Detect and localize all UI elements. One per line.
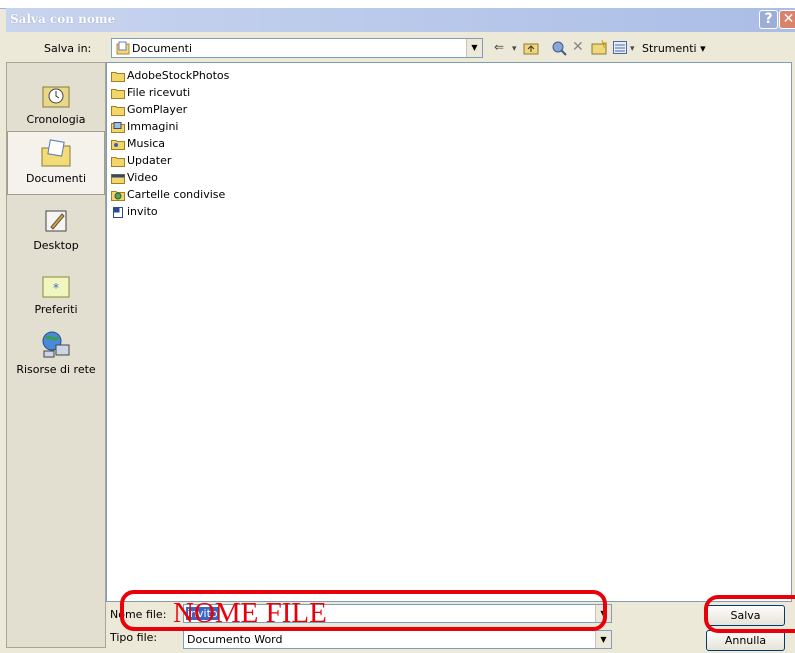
chevron-down-icon[interactable]: ▼ [595, 631, 611, 648]
svg-text:*: * [53, 281, 59, 295]
save-in-combo[interactable]: Documenti ▼ [111, 38, 483, 58]
save-button-annotation-outline [704, 595, 795, 633]
save-in-label: Salva in: [44, 42, 92, 55]
filetype-value: Documento Word [187, 633, 283, 646]
video-folder-icon [111, 173, 125, 184]
filetype-select[interactable]: Documento Word ▼ [183, 630, 612, 649]
title-bar: Salva con nome ? ✕ [6, 8, 795, 32]
folder-icon [111, 71, 125, 82]
search-web-icon[interactable] [551, 40, 567, 56]
list-item[interactable]: Cartelle condivise [111, 186, 225, 203]
documents-folder-icon [41, 139, 71, 167]
folder-icon [111, 105, 125, 116]
place-label: Risorse di rete [16, 363, 96, 376]
place-documenti[interactable]: Documenti [7, 131, 105, 195]
folder-icon [111, 156, 125, 167]
file-list[interactable]: AdobeStockPhotos File ricevuti GomPlayer… [106, 62, 792, 602]
file-name: GomPlayer [127, 103, 188, 116]
chevron-down-icon[interactable]: ▾ [630, 44, 635, 54]
file-name: AdobeStockPhotos [127, 69, 230, 82]
list-item[interactable]: Video [111, 169, 158, 186]
file-name: Musica [127, 137, 166, 150]
window-title: Salva con nome [10, 12, 116, 26]
place-label: Preferiti [34, 303, 78, 316]
history-icon [42, 86, 70, 108]
word-document-icon [113, 206, 123, 218]
views-icon[interactable] [613, 41, 627, 54]
place-desktop[interactable]: Desktop [7, 205, 105, 252]
file-name: Immagini [127, 120, 179, 133]
list-item[interactable]: Updater [111, 152, 171, 169]
list-item[interactable]: Musica [111, 135, 165, 152]
list-item[interactable]: File ricevuti [111, 84, 190, 101]
up-folder-icon[interactable] [523, 41, 539, 55]
place-risorse-di-rete[interactable]: Risorse di rete [7, 329, 105, 376]
music-folder-icon [111, 139, 125, 150]
shared-folder-icon [111, 190, 125, 201]
delete-icon[interactable]: ✕ [572, 39, 584, 55]
file-name: Cartelle condivise [127, 188, 226, 201]
chevron-down-icon[interactable]: ▼ [466, 39, 482, 57]
file-name: invito [127, 205, 158, 218]
cancel-button[interactable]: Annulla [706, 630, 785, 651]
pictures-folder-icon [111, 121, 125, 133]
favorites-folder-icon: * [42, 276, 70, 298]
list-item[interactable]: Immagini [111, 118, 178, 135]
new-folder-icon[interactable] [591, 40, 607, 55]
desktop-icon [45, 210, 67, 232]
network-icon [42, 331, 70, 358]
folder-icon [111, 88, 125, 99]
place-label: Documenti [25, 172, 87, 185]
folder-documents-icon [116, 41, 130, 55]
close-button[interactable]: ✕ [779, 10, 795, 29]
place-cronologia[interactable]: Cronologia [7, 79, 105, 126]
save-in-value: Documenti [132, 42, 193, 55]
place-label: Cronologia [26, 113, 86, 126]
file-name: File ricevuti [127, 86, 191, 99]
file-name: Updater [127, 154, 172, 167]
list-item[interactable]: GomPlayer [111, 101, 187, 118]
filetype-label: Tipo file: [110, 631, 158, 644]
filename-annotation-text: NOME FILE [173, 597, 327, 629]
list-item[interactable]: AdobeStockPhotos [111, 67, 229, 84]
help-button[interactable]: ? [759, 10, 778, 29]
place-preferiti[interactable]: * Preferiti [7, 269, 105, 316]
list-item[interactable]: invito [111, 203, 158, 220]
top-strip [0, 0, 795, 8]
place-label: Desktop [33, 239, 79, 252]
chevron-down-icon[interactable]: ▾ [512, 44, 517, 54]
file-name: Video [127, 171, 158, 184]
back-icon[interactable]: ⇐ [494, 40, 504, 54]
places-bar: Cronologia Documenti Desktop * Preferiti… [6, 62, 106, 648]
tools-menu[interactable]: Strumenti ▾ [642, 42, 706, 55]
